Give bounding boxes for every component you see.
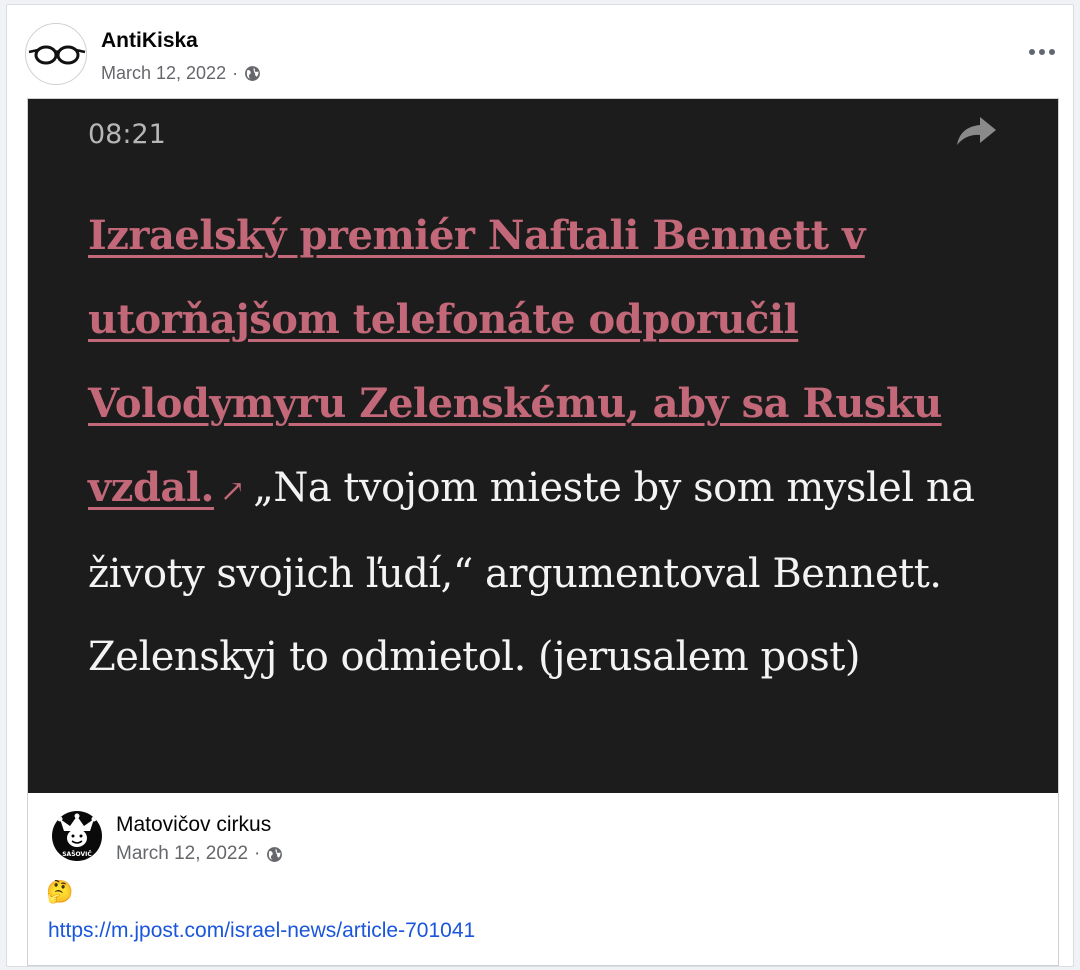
shared-post-footer: SAŠOVIČ Matovičov cirkus March 12, 2022 … bbox=[28, 793, 1058, 965]
phone-time: 08:21 bbox=[88, 119, 166, 150]
external-link-arrow-icon: ↗ bbox=[219, 474, 246, 509]
post-date[interactable]: March 12, 2022 bbox=[101, 63, 226, 84]
dot-icon bbox=[1049, 49, 1055, 55]
shared-avatar-text: SAŠOVIČ bbox=[62, 851, 92, 858]
article-text: Izraelský premiér Naftali Bennett v utor… bbox=[88, 194, 1008, 699]
globe-icon[interactable] bbox=[244, 65, 261, 82]
share-arrow-icon bbox=[957, 117, 996, 145]
shared-post: 08:21 Izraelský premiér Naftali Bennett … bbox=[27, 98, 1059, 966]
shared-author-avatar[interactable]: SAŠOVIČ bbox=[52, 811, 102, 861]
meta-separator: · bbox=[232, 63, 239, 83]
author-avatar[interactable] bbox=[25, 23, 87, 85]
article-link[interactable]: https://m.jpost.com/israel-news/article-… bbox=[48, 919, 475, 943]
glasses-icon bbox=[28, 45, 86, 65]
post-header: AntiKiska March 12, 2022 · bbox=[25, 23, 1065, 87]
more-options-button[interactable] bbox=[1025, 41, 1059, 63]
post-meta: March 12, 2022 · bbox=[101, 63, 261, 84]
shared-post-meta: March 12, 2022 · bbox=[116, 843, 283, 865]
shared-post-date[interactable]: March 12, 2022 bbox=[116, 843, 248, 865]
thinking-emoji: 🤔 bbox=[46, 879, 74, 904]
dot-icon bbox=[1029, 49, 1035, 55]
post-image[interactable]: 08:21 Izraelský premiér Naftali Bennett … bbox=[28, 99, 1058, 793]
author-name[interactable]: AntiKiska bbox=[101, 29, 198, 53]
shared-author-name[interactable]: Matovičov cirkus bbox=[116, 813, 271, 837]
meta-separator: · bbox=[254, 843, 261, 864]
post-card: AntiKiska March 12, 2022 · 08:21 Izraels… bbox=[6, 4, 1074, 967]
jester-icon: SAŠOVIČ bbox=[57, 813, 97, 858]
globe-icon[interactable] bbox=[266, 846, 283, 863]
dot-icon bbox=[1039, 49, 1045, 55]
